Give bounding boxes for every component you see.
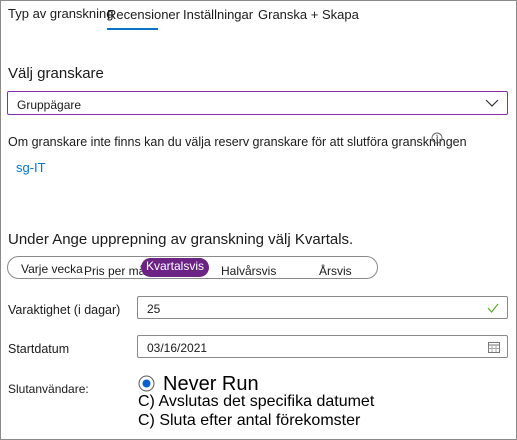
recurrence-option-weekly[interactable]: Varje vecka [21, 262, 83, 276]
chevron-down-icon [485, 99, 499, 107]
active-tab-indicator [107, 28, 158, 30]
access-review-form: Typ av granskning Recensioner Inställnin… [0, 0, 517, 440]
tab-review-create[interactable]: Granska + Skapa [258, 7, 359, 22]
radio-never-run[interactable] [138, 375, 155, 392]
tab-review-type[interactable]: Typ av granskning [8, 6, 114, 21]
fallback-reviewer-link[interactable]: sg-IT [16, 160, 46, 175]
option-end-after-occurrences[interactable]: C) Sluta efter antal förekomster [138, 412, 360, 430]
duration-label: Varaktighet (i dagar) [8, 303, 121, 317]
duration-input[interactable]: 25 [137, 296, 508, 319]
recurrence-option-monthly[interactable]: Pris per må [84, 264, 145, 278]
info-icon[interactable] [431, 132, 443, 144]
recurrence-selector: Varje vecka Pris per må Kvartalsvis Halv… [7, 256, 378, 279]
reviewers-heading: Välj granskare [8, 65, 104, 82]
checkmark-icon [487, 303, 499, 313]
tab-reviews[interactable]: Recensioner [107, 7, 180, 22]
calendar-icon[interactable] [488, 341, 500, 353]
start-date-value: 03/16/2021 [147, 341, 208, 355]
fallback-reviewer-text: Om granskare inte finns kan du välja res… [8, 135, 467, 149]
recurrence-option-semiannual[interactable]: Halvårsvis [221, 264, 276, 278]
reviewer-dropdown[interactable]: Gruppägare [7, 91, 508, 115]
tab-settings[interactable]: Inställningar [183, 7, 253, 22]
recurrence-option-annual[interactable]: Årsvis [319, 264, 352, 278]
end-label: Slutanvändare: [8, 382, 89, 396]
start-date-label: Startdatum [8, 342, 70, 356]
duration-value: 25 [147, 302, 161, 316]
reviewer-dropdown-value: Gruppägare [17, 98, 82, 112]
start-date-input[interactable]: 03/16/2021 [137, 335, 508, 358]
recurrence-option-quarterly[interactable]: Kvartalsvis [141, 258, 209, 277]
option-end-on-date[interactable]: C) Avslutas det specifika datumet [138, 393, 374, 411]
recurrence-heading: Under Ange upprepning av granskning välj… [8, 231, 354, 248]
